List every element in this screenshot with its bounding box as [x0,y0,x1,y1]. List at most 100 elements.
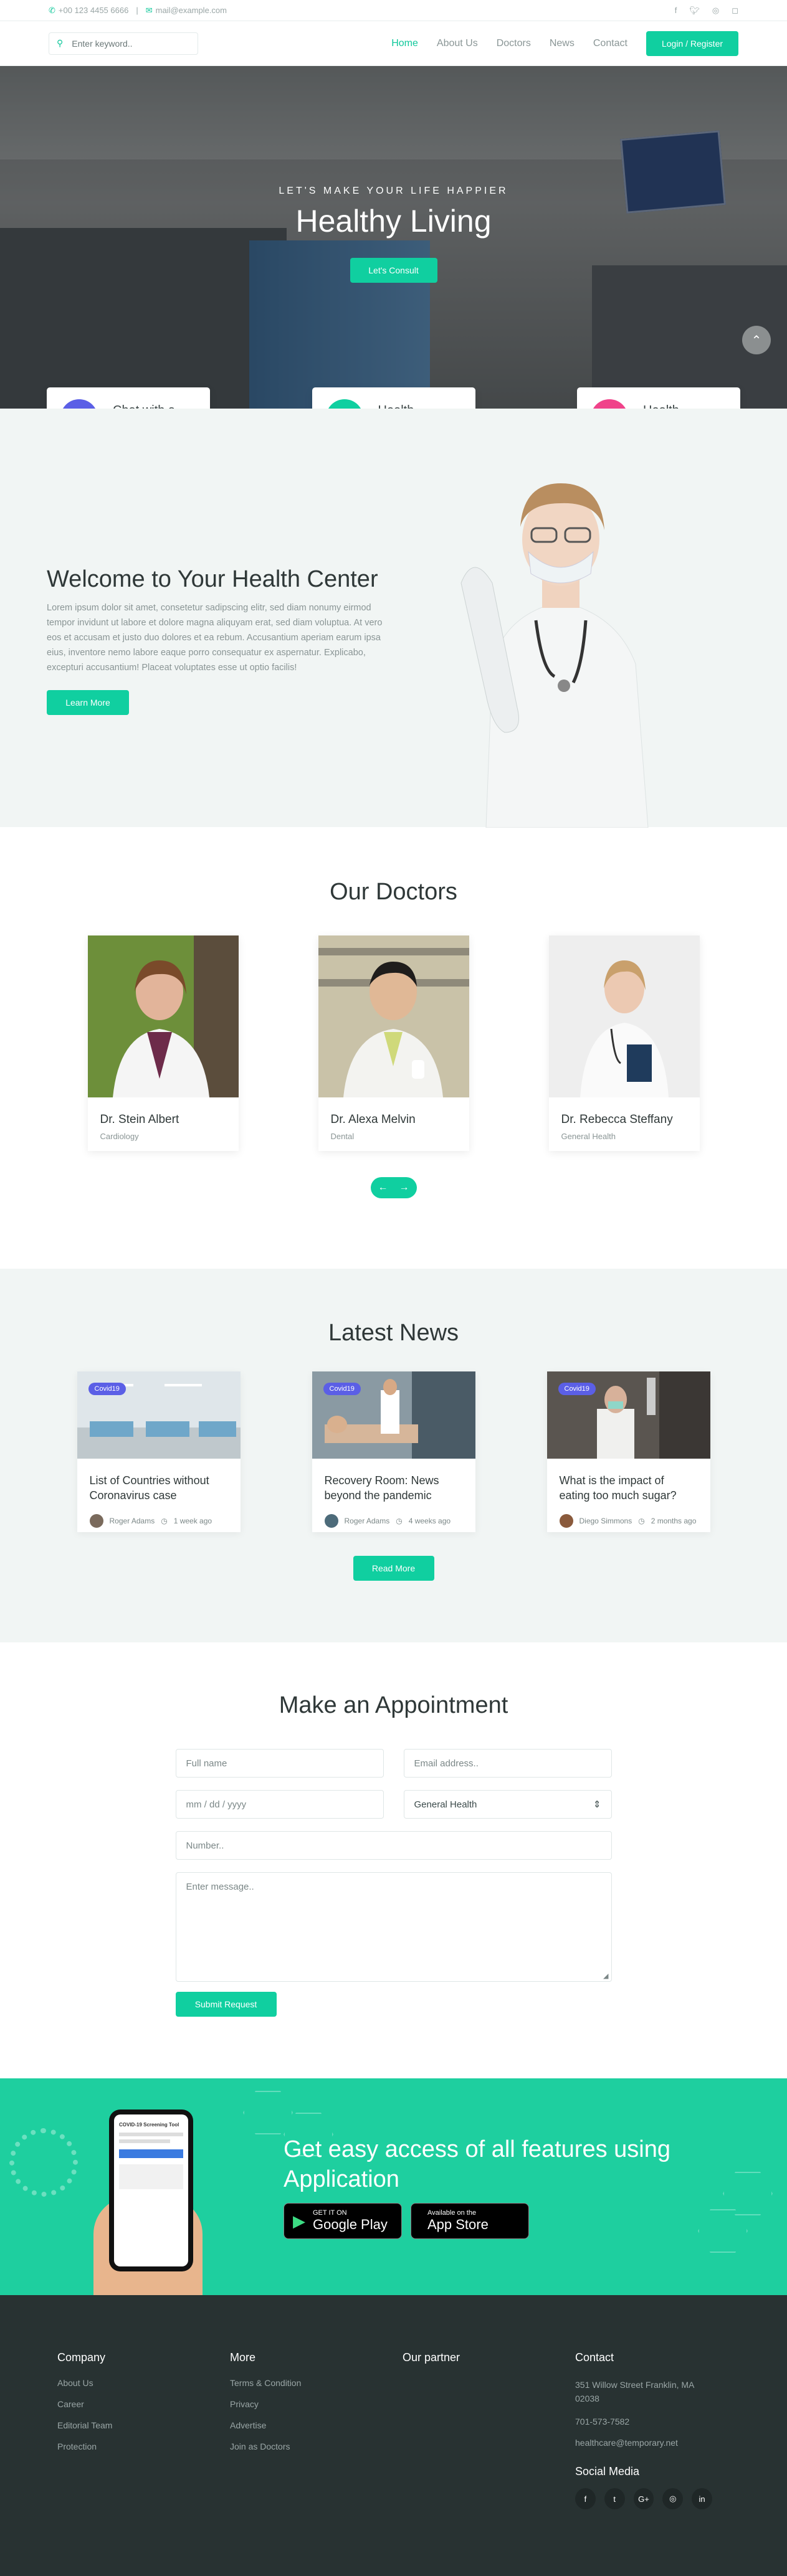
search-input[interactable]: Enter keyword.. [72,39,132,49]
doctor-photo [87,935,239,1097]
doctor-specialty: Cardiology [100,1132,139,1141]
footer-link[interactable]: Terms & Condition [230,2378,367,2388]
facebook-icon[interactable]: f [675,6,677,16]
email-field[interactable]: Email address.. [403,1749,612,1778]
arrow-right-icon[interactable]: → [399,1182,409,1193]
news-card[interactable]: Covid19 What is the impact of eating too… [546,1371,710,1532]
category-badge[interactable]: Covid19 [558,1383,596,1395]
search-icon[interactable]: ⚲ [57,38,63,49]
phone-icon: ✆ [49,5,55,15]
clock-icon: ◷ [396,1517,403,1525]
footer-company: Company About Us Career Editorial Team P… [57,2351,194,2576]
doctor-photo [318,935,469,1097]
google-play-button[interactable]: ▶ GET IT ON Google Play [284,2203,402,2239]
footer-link[interactable]: Career [57,2399,194,2409]
doctor-name: Dr. Rebecca Steffany [561,1113,673,1126]
nav-doctors[interactable]: Doctors [497,38,531,49]
full-name-field[interactable]: Full name [175,1749,384,1778]
hero-title: Healthy Living [295,204,492,239]
footer-heading: Contact [575,2351,614,2364]
welcome-body: Lorem ipsum dolor sit amet, consetetur s… [47,603,383,673]
google-play-icon: ▶ [293,2211,305,2230]
footer-partner: Our partner [403,2351,540,2576]
footer-link[interactable]: About Us [57,2378,194,2388]
app-store-button[interactable]: Available on the App Store [411,2203,529,2239]
news-headline[interactable]: Recovery Room: News beyond the pandemic [325,1473,463,1503]
doctor-card[interactable]: Dr. Rebecca Steffany General Health [548,935,700,1151]
footer-heading: Company [57,2351,106,2364]
dribbble-icon[interactable]: ◎ [712,6,719,16]
footer-link[interactable]: Editorial Team [57,2420,194,2430]
nav-about[interactable]: About Us [437,38,478,49]
footer-heading: Social Media [575,2465,640,2478]
news-author: Diego Simmons [579,1517,632,1525]
consult-button[interactable]: Let's Consult [350,258,437,283]
hexagon-graphic [723,2172,773,2215]
clock-icon: ◷ [638,1517,645,1525]
divider: | [136,6,138,15]
nav-home[interactable]: Home [391,38,418,49]
appointment-section: Make an Appointment Full name Email addr… [0,1642,787,2078]
arrow-left-icon[interactable]: ← [378,1182,388,1193]
footer-email[interactable]: healthcare@temporary.net [575,2438,712,2448]
scroll-top-button[interactable]: ⌃ [742,326,771,354]
category-badge[interactable]: Covid19 [88,1383,126,1395]
footer-address: 351 Willow Street Franklin, MA 02038 [575,2380,694,2403]
instagram-icon[interactable]: ◎ [662,2488,684,2509]
doctor-photo [548,935,700,1097]
news-time: 4 weeks ago [408,1517,451,1525]
carousel-controls: ← → [370,1177,417,1198]
footer-contact: Contact 351 Willow Street Franklin, MA 0… [575,2351,712,2576]
footer-link[interactable]: Protection [57,2441,194,2451]
virus-graphic [9,2128,78,2197]
read-more-button[interactable]: Read More [353,1556,434,1581]
learn-more-button[interactable]: Learn More [47,690,129,715]
twitter-icon[interactable]: t [604,2488,625,2509]
news-time: 1 week ago [173,1517,212,1525]
footer-link[interactable]: Advertise [230,2420,367,2430]
linkedin-icon[interactable]: in [692,2488,712,2509]
message-placeholder: Enter message.. [186,1882,254,1892]
phone-contact[interactable]: ✆ +00 123 4455 6666 [49,6,128,16]
news-time: 2 months ago [651,1517,697,1525]
footer-link[interactable]: Privacy [230,2399,367,2409]
message-field[interactable]: Enter message.. ◢ [175,1872,612,1982]
date-field[interactable]: mm / dd / yyyy [175,1790,384,1819]
facebook-icon[interactable]: f [575,2488,596,2509]
number-field[interactable]: Number.. [175,1831,612,1860]
google-plus-icon[interactable]: G+ [633,2488,654,2509]
resize-handle-icon[interactable]: ◢ [603,1972,608,1980]
app-banner: COVID-19 Screening Tool Get easy access … [0,2078,787,2295]
avatar [324,1514,338,1528]
clock-icon: ◷ [161,1517,168,1525]
doctor-specialty: General Health [561,1132,616,1141]
doctor-name: Dr. Stein Albert [100,1113,179,1126]
news-headline[interactable]: List of Countries without Coronavirus ca… [90,1473,228,1503]
submit-request-button[interactable]: Submit Request [175,1992,277,2017]
doctor-card[interactable]: Dr. Alexa Melvin Dental [318,935,469,1151]
news-title: Latest News [328,1320,459,1346]
doctor-name: Dr. Alexa Melvin [330,1113,416,1126]
search-box[interactable]: ⚲ Enter keyword.. [49,32,198,55]
hexagon-graphic [698,2209,748,2253]
nav-news[interactable]: News [550,38,575,49]
login-button[interactable]: Login / Register [646,31,738,56]
email-contact[interactable]: ✉ mail@example.com [146,6,227,16]
news-card[interactable]: Covid19 List of Countries without Corona… [77,1371,241,1532]
department-select[interactable]: General Health ⇕ [403,1790,612,1819]
footer-phone[interactable]: 701-573-7582 [575,2417,712,2427]
category-badge[interactable]: Covid19 [323,1383,361,1395]
twitter-icon[interactable]: 🐦︎ [689,6,700,16]
store-name: Google Play [313,2217,388,2232]
news-headline[interactable]: What is the impact of eating too much su… [560,1473,698,1503]
main-menu: Home About Us Doctors News Contact Login… [391,31,738,56]
nav-contact[interactable]: Contact [593,38,627,49]
footer-link[interactable]: Join as Doctors [230,2441,367,2451]
instagram-icon[interactable]: ◻ [732,6,738,16]
doctors-section: Our Doctors Dr. Stein Albert Cardiology … [0,827,787,1269]
doctor-card[interactable]: Dr. Stein Albert Cardiology [87,935,239,1151]
store-caption: Available on the [427,2209,477,2217]
news-author: Roger Adams [344,1517,390,1525]
doctors-title: Our Doctors [330,879,457,905]
news-card[interactable]: Covid19 Recovery Room: News beyond the p… [312,1371,475,1532]
